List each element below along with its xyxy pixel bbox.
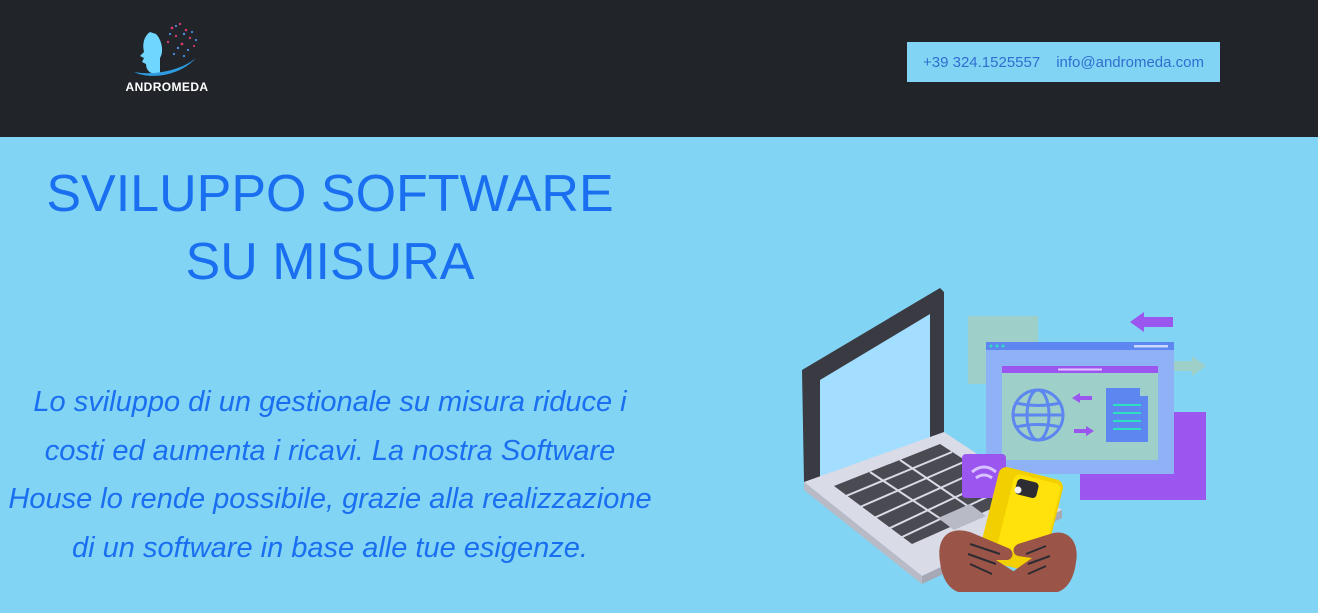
arrow-icon-right [1174, 356, 1206, 376]
hero-title-line1: SVILUPPO SOFTWARE [46, 165, 614, 223]
email-link[interactable]: info@andromeda.com [1056, 54, 1204, 71]
logo-text: ANDROMEDA [125, 80, 209, 94]
phone-link[interactable]: +39 324.1525557 [923, 54, 1040, 71]
hero-title-line2: SU MISURA [185, 233, 475, 291]
andromeda-logo[interactable]: ANDROMEDA [120, 18, 214, 98]
andromeda-logo-icon [134, 22, 198, 76]
top-header: ANDROMEDA +39 324.1525557 info@andromeda… [0, 0, 1318, 137]
hero-title: SVILUPPO SOFTWARE SU MISURA [0, 160, 660, 296]
arrow-icon [1130, 312, 1173, 332]
contact-box: +39 324.1525557 info@andromeda.com [907, 42, 1220, 82]
hero-description: Lo sviluppo di un gestionale su misura r… [8, 386, 652, 564]
software-illustration [800, 282, 1220, 608]
document-icon [1106, 388, 1148, 442]
laptop-illustration [802, 288, 1206, 592]
